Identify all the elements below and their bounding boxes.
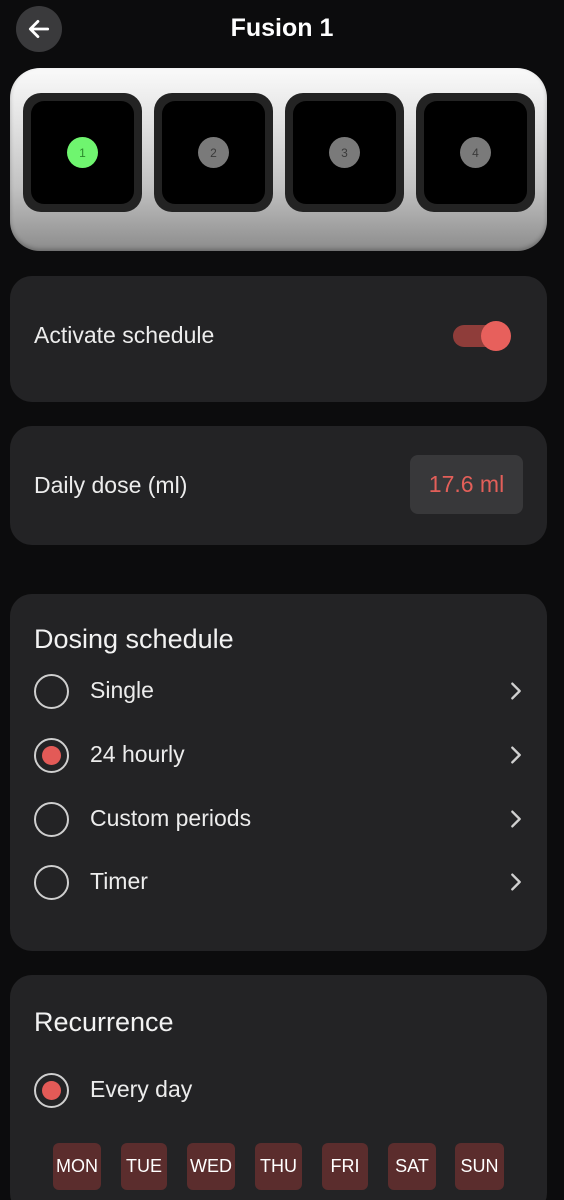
option-label: Timer xyxy=(90,868,148,894)
app-screen: Fusion 1 1 2 3 4 Activate schedule Daily… xyxy=(0,0,564,1200)
page-title: Fusion 1 xyxy=(230,14,334,42)
radio-button xyxy=(34,865,69,900)
day-chip-wed[interactable]: WED xyxy=(187,1143,235,1190)
recurrence-title: Recurrence xyxy=(34,1007,174,1037)
radio-button-selected xyxy=(34,738,69,773)
option-label: Single xyxy=(90,677,154,703)
option-label: Every day xyxy=(90,1076,193,1102)
channel-4-button[interactable]: 4 xyxy=(416,93,535,212)
radio-dot xyxy=(42,1081,61,1100)
activate-schedule-toggle[interactable] xyxy=(453,321,511,351)
day-chip-tue[interactable]: TUE xyxy=(121,1143,167,1190)
day-chip-fri[interactable]: FRI xyxy=(322,1143,368,1190)
channel-screen: 3 xyxy=(293,101,396,204)
dosing-option-custom-periods[interactable]: Custom periods xyxy=(32,800,527,846)
channel-indicator: 4 xyxy=(460,137,491,168)
dosing-option-single[interactable]: Single xyxy=(32,672,527,718)
dosing-option-timer[interactable]: Timer xyxy=(32,863,527,909)
toggle-knob xyxy=(481,321,511,351)
activate-schedule-card: Activate schedule xyxy=(10,276,547,402)
dosing-option-24-hourly[interactable]: 24 hourly xyxy=(32,736,527,782)
channel-3-button[interactable]: 3 xyxy=(285,93,404,212)
recurrence-card: Recurrence Every day MON TUE WED THU FRI… xyxy=(10,975,547,1200)
day-chip-sat[interactable]: SAT xyxy=(388,1143,436,1190)
activate-schedule-label: Activate schedule xyxy=(34,322,215,348)
channel-2-button[interactable]: 2 xyxy=(154,93,273,212)
radio-button-selected xyxy=(34,1073,69,1108)
channel-screen: 4 xyxy=(424,101,527,204)
day-chip-thu[interactable]: THU xyxy=(255,1143,302,1190)
day-chip-sun[interactable]: SUN xyxy=(455,1143,504,1190)
daily-dose-card: Daily dose (ml) 17.6 ml xyxy=(10,426,547,545)
chevron-right-icon xyxy=(511,810,521,828)
chevron-right-icon xyxy=(511,746,521,764)
channel-screen: 2 xyxy=(162,101,265,204)
channel-indicator: 3 xyxy=(329,137,360,168)
channel-indicator: 1 xyxy=(67,137,98,168)
dosing-schedule-card: Dosing schedule Single 24 hourly Custom … xyxy=(10,594,547,951)
channel-indicator: 2 xyxy=(198,137,229,168)
chevron-right-icon xyxy=(511,873,521,891)
channel-screen: 1 xyxy=(31,101,134,204)
daily-dose-input[interactable]: 17.6 ml xyxy=(410,455,523,514)
radio-dot xyxy=(42,746,61,765)
day-chip-mon[interactable]: MON xyxy=(53,1143,101,1190)
recurrence-option-every-day[interactable]: Every day xyxy=(32,1071,527,1117)
option-label: 24 hourly xyxy=(90,741,185,767)
chevron-right-icon xyxy=(511,682,521,700)
radio-button xyxy=(34,674,69,709)
radio-button xyxy=(34,802,69,837)
daily-dose-label: Daily dose (ml) xyxy=(34,472,188,498)
device-illustration: 1 2 3 4 xyxy=(10,68,547,251)
option-label: Custom periods xyxy=(90,805,252,831)
channel-1-button[interactable]: 1 xyxy=(23,93,142,212)
dosing-schedule-title: Dosing schedule xyxy=(34,624,234,654)
